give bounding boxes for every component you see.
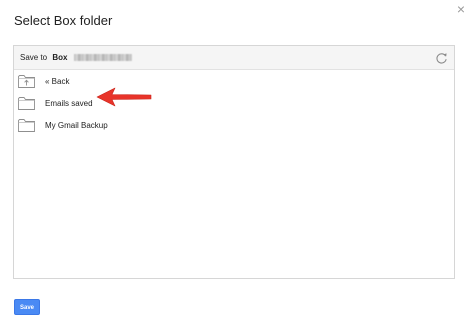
- folder-icon: [18, 97, 35, 110]
- folder-item-back[interactable]: « Back: [14, 70, 454, 92]
- close-icon: ×: [456, 1, 466, 17]
- folder-item-emails-saved[interactable]: Emails saved: [14, 92, 454, 114]
- folder-up-icon: [18, 75, 35, 88]
- save-to-label: Save to: [20, 53, 48, 62]
- folder-browser-header: Save to Box: [14, 46, 454, 70]
- folder-list: « Back Emails saved My Gmail Backup: [14, 70, 454, 136]
- dialog-title: Select Box folder: [14, 13, 113, 28]
- service-name: Box: [52, 53, 68, 62]
- annotation-arrow-icon: [96, 87, 152, 107]
- close-button[interactable]: ×: [454, 2, 468, 16]
- select-folder-dialog: Select Box folder × Save to Box « Back E…: [0, 0, 474, 327]
- folder-item-my-gmail-backup[interactable]: My Gmail Backup: [14, 114, 454, 136]
- folder-label: « Back: [45, 76, 70, 86]
- folder-icon: [18, 119, 35, 132]
- redacted-account-name: [73, 54, 132, 62]
- folder-browser-panel: Save to Box « Back Emails saved My Gmail…: [13, 45, 455, 279]
- folder-label: Emails saved: [45, 98, 93, 108]
- refresh-button[interactable]: [435, 51, 448, 64]
- refresh-icon: [436, 53, 447, 64]
- save-button[interactable]: Save: [14, 299, 40, 315]
- folder-label: My Gmail Backup: [45, 120, 108, 130]
